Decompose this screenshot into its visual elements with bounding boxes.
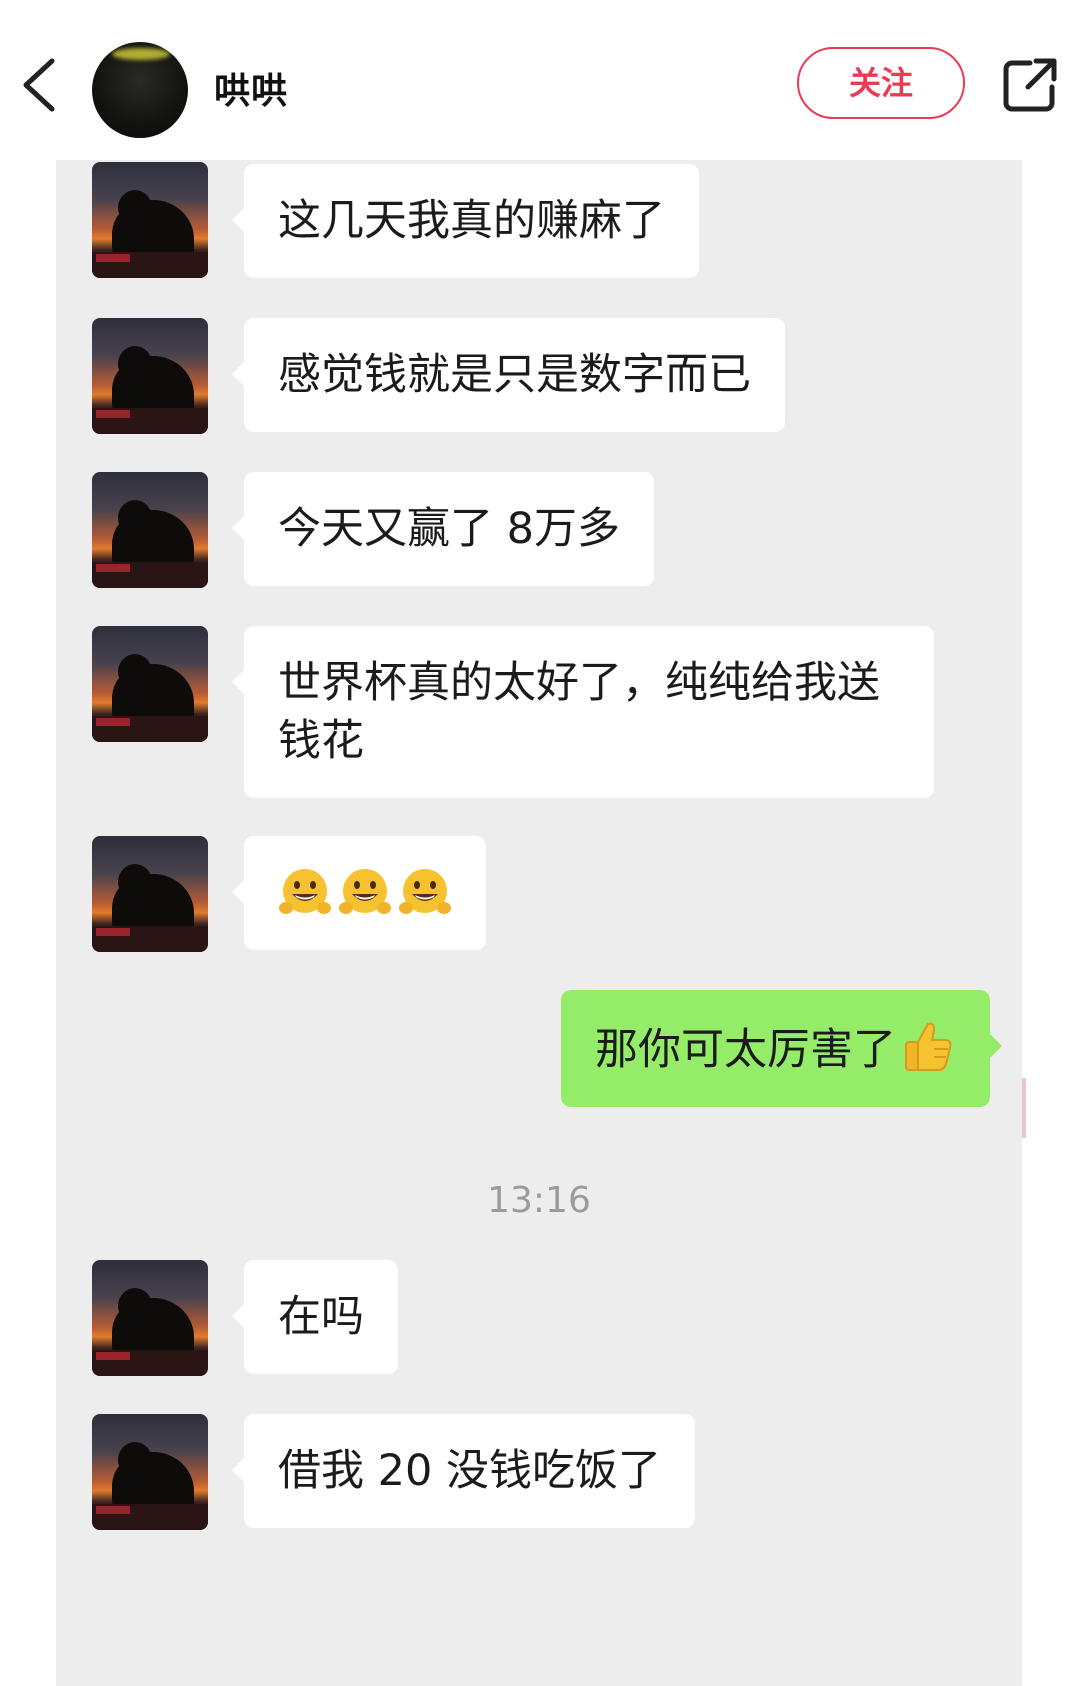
username[interactable]: 哄哄 (214, 62, 288, 114)
message-bubble: 在吗 (232, 1260, 398, 1374)
back-button[interactable] (16, 55, 66, 115)
grinning-emoji-icon (279, 869, 331, 914)
chat-screenshot: 这几天我真的赚麻了 感觉钱就是只是数字而已 今天又赢了 8万多 世界杯真的太好了… (56, 160, 1022, 1686)
follow-button[interactable]: 关注 (797, 47, 965, 119)
sender-avatar (92, 1260, 208, 1376)
timestamp: 13:16 (487, 1180, 591, 1221)
app-root: 哄哄 关注 这几天我真的赚麻了 感觉钱就是只是数字而已 今天又赢了 8万多 世界… (0, 0, 1080, 1686)
message-bubble: 今天又赢了 8万多 (231, 472, 655, 586)
sender-avatar (92, 162, 208, 278)
sender-avatar (92, 318, 208, 434)
sender-avatar (92, 836, 208, 952)
my-message-bubble: 那你可太厉害了 (561, 990, 1002, 1107)
emoji-message-bubble (232, 836, 486, 950)
message-bubble: 感觉钱就是只是数字而已 (232, 318, 785, 432)
top-bar: 哄哄 关注 (0, 0, 1080, 160)
grinning-emoji-icon (339, 869, 391, 914)
sender-avatar (92, 472, 208, 588)
message-bubble: 这几天我真的赚麻了 (232, 164, 699, 278)
edge-mark (1022, 1078, 1026, 1138)
share-icon (1003, 58, 1057, 112)
share-button[interactable] (1000, 55, 1060, 115)
thumbs-up-icon (905, 1022, 952, 1071)
message-bubble: 世界杯真的太好了，纯纯给我送钱花 (232, 626, 934, 798)
sender-avatar (92, 1414, 208, 1530)
chevron-left-icon (23, 58, 55, 112)
message-bubble: 借我 20 没钱吃饭了 (231, 1414, 696, 1528)
grinning-emoji-icon (399, 869, 451, 914)
message-text: 那你可太厉害了 (595, 1025, 896, 1075)
user-avatar[interactable] (92, 42, 188, 138)
sender-avatar (92, 626, 208, 742)
